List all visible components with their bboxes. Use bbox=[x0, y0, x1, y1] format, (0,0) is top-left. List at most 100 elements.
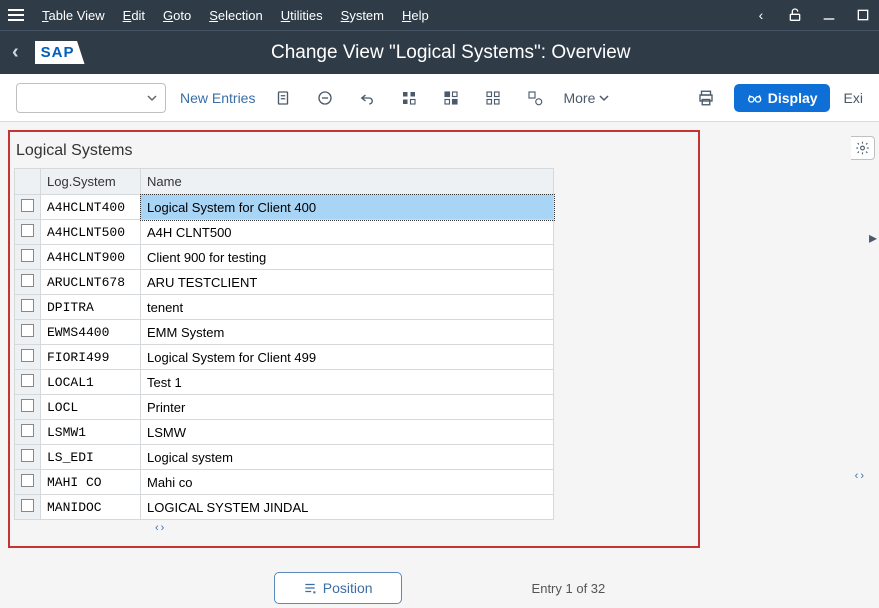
cell-log-system[interactable]: LOCL bbox=[41, 395, 141, 420]
select-block-icon[interactable] bbox=[437, 84, 465, 112]
cell-name[interactable]: Printer bbox=[141, 395, 554, 420]
checkbox-icon[interactable] bbox=[21, 249, 34, 262]
table-row[interactable]: A4HCLNT400Logical System for Client 400 bbox=[15, 195, 554, 220]
maximize-icon[interactable] bbox=[855, 7, 871, 23]
row-checkbox-cell[interactable] bbox=[15, 270, 41, 295]
cell-log-system[interactable]: EWMS4400 bbox=[41, 320, 141, 345]
menu-item[interactable]: Edit bbox=[123, 8, 145, 23]
cell-log-system[interactable]: MAHI CO bbox=[41, 470, 141, 495]
cell-log-system[interactable]: A4HCLNT500 bbox=[41, 220, 141, 245]
checkbox-icon[interactable] bbox=[21, 474, 34, 487]
table-row[interactable]: LS_EDILogical system bbox=[15, 445, 554, 470]
row-checkbox-cell[interactable] bbox=[15, 420, 41, 445]
table-row[interactable]: MAHI COMahi co bbox=[15, 470, 554, 495]
row-checkbox-cell[interactable] bbox=[15, 320, 41, 345]
checkbox-icon[interactable] bbox=[21, 399, 34, 412]
menu-item[interactable]: Table View bbox=[42, 8, 105, 23]
checkbox-icon[interactable] bbox=[21, 274, 34, 287]
row-checkbox-cell[interactable] bbox=[15, 195, 41, 220]
select-all-icon[interactable] bbox=[395, 84, 423, 112]
cell-name[interactable]: Logical System for Client 499 bbox=[141, 345, 554, 370]
row-checkbox-cell[interactable] bbox=[15, 295, 41, 320]
column-header-system[interactable]: Log.System bbox=[41, 169, 141, 195]
checkbox-icon[interactable] bbox=[21, 424, 34, 437]
checkbox-icon[interactable] bbox=[21, 324, 34, 337]
cell-log-system[interactable]: A4HCLNT400 bbox=[41, 195, 141, 220]
unlock-icon[interactable] bbox=[787, 7, 803, 23]
cell-name[interactable]: LSMW bbox=[141, 420, 554, 445]
menu-item[interactable]: Goto bbox=[163, 8, 191, 23]
row-checkbox-cell[interactable] bbox=[15, 345, 41, 370]
table-row[interactable]: ARUCLNT678ARU TESTCLIENT bbox=[15, 270, 554, 295]
delete-icon[interactable] bbox=[311, 84, 339, 112]
print-icon[interactable] bbox=[692, 84, 720, 112]
cell-log-system[interactable]: ARUCLNT678 bbox=[41, 270, 141, 295]
table-row[interactable]: A4HCLNT900Client 900 for testing bbox=[15, 245, 554, 270]
cell-log-system[interactable]: MANIDOC bbox=[41, 495, 141, 520]
settings-gear-icon[interactable] bbox=[851, 136, 875, 160]
checkbox-icon[interactable] bbox=[21, 499, 34, 512]
back-button-icon[interactable]: ‹ bbox=[12, 41, 19, 64]
table-row[interactable]: FIORI499Logical System for Client 499 bbox=[15, 345, 554, 370]
nav-right-icon[interactable]: › bbox=[161, 522, 165, 534]
undo-icon[interactable] bbox=[353, 84, 381, 112]
row-checkbox-cell[interactable] bbox=[15, 395, 41, 420]
cell-name[interactable]: Client 900 for testing bbox=[141, 245, 554, 270]
row-checkbox-cell[interactable] bbox=[15, 370, 41, 395]
deselect-all-icon[interactable] bbox=[479, 84, 507, 112]
nav-right-icon[interactable]: › bbox=[860, 470, 864, 482]
menu-item[interactable]: Utilities bbox=[281, 8, 323, 23]
cell-log-system[interactable]: LOCAL1 bbox=[41, 370, 141, 395]
row-checkbox-cell[interactable] bbox=[15, 495, 41, 520]
table-row[interactable]: LSMW1LSMW bbox=[15, 420, 554, 445]
menu-item[interactable]: Selection bbox=[209, 8, 262, 23]
nav-left-icon[interactable]: ‹ bbox=[155, 522, 159, 534]
menu-item[interactable]: System bbox=[341, 8, 384, 23]
menu-item[interactable]: Help bbox=[402, 8, 429, 23]
cell-name[interactable]: Test 1 bbox=[141, 370, 554, 395]
minimize-icon[interactable] bbox=[821, 7, 837, 23]
checkbox-icon[interactable] bbox=[21, 349, 34, 362]
cell-name[interactable]: tenent bbox=[141, 295, 554, 320]
cell-log-system[interactable]: LSMW1 bbox=[41, 420, 141, 445]
checkbox-icon[interactable] bbox=[21, 224, 34, 237]
scroll-right-icon[interactable]: ▸ bbox=[869, 228, 879, 248]
cell-name[interactable]: Mahi co bbox=[141, 470, 554, 495]
cell-name[interactable]: LOGICAL SYSTEM JINDAL bbox=[141, 495, 554, 520]
checkbox-icon[interactable] bbox=[21, 299, 34, 312]
column-header-select[interactable] bbox=[15, 169, 41, 195]
table-row[interactable]: EWMS4400EMM System bbox=[15, 320, 554, 345]
checkbox-icon[interactable] bbox=[21, 374, 34, 387]
table-row[interactable]: DPITRAtenent bbox=[15, 295, 554, 320]
checkbox-icon[interactable] bbox=[21, 449, 34, 462]
nav-prev-icon[interactable]: ‹ bbox=[753, 7, 769, 23]
new-entries-button[interactable]: New Entries bbox=[180, 90, 255, 106]
cell-name[interactable]: A4H CLNT500 bbox=[141, 220, 554, 245]
more-menu[interactable]: More bbox=[563, 90, 609, 106]
cell-name[interactable]: EMM System bbox=[141, 320, 554, 345]
cell-log-system[interactable]: A4HCLNT900 bbox=[41, 245, 141, 270]
table-row[interactable]: LOCLPrinter bbox=[15, 395, 554, 420]
copy-as-icon[interactable] bbox=[269, 84, 297, 112]
exit-button[interactable]: Exi bbox=[844, 90, 863, 106]
cell-log-system[interactable]: LS_EDI bbox=[41, 445, 141, 470]
display-button[interactable]: Display bbox=[734, 84, 830, 112]
position-button[interactable]: Position bbox=[274, 572, 402, 604]
column-header-name[interactable]: Name bbox=[141, 169, 554, 195]
menu-hamburger-icon[interactable] bbox=[8, 5, 28, 25]
config-icon[interactable] bbox=[521, 84, 549, 112]
row-checkbox-cell[interactable] bbox=[15, 445, 41, 470]
table-row[interactable]: MANIDOCLOGICAL SYSTEM JINDAL bbox=[15, 495, 554, 520]
checkbox-icon[interactable] bbox=[21, 199, 34, 212]
cell-name[interactable]: ARU TESTCLIENT bbox=[141, 270, 554, 295]
cell-log-system[interactable]: FIORI499 bbox=[41, 345, 141, 370]
row-checkbox-cell[interactable] bbox=[15, 245, 41, 270]
nav-left-icon[interactable]: ‹ bbox=[855, 470, 859, 482]
variant-dropdown[interactable] bbox=[16, 83, 166, 113]
table-row[interactable]: A4HCLNT500A4H CLNT500 bbox=[15, 220, 554, 245]
row-checkbox-cell[interactable] bbox=[15, 220, 41, 245]
cell-log-system[interactable]: DPITRA bbox=[41, 295, 141, 320]
cell-name[interactable]: Logical system bbox=[141, 445, 554, 470]
cell-name[interactable]: Logical System for Client 400 bbox=[141, 195, 554, 220]
table-row[interactable]: LOCAL1Test 1 bbox=[15, 370, 554, 395]
